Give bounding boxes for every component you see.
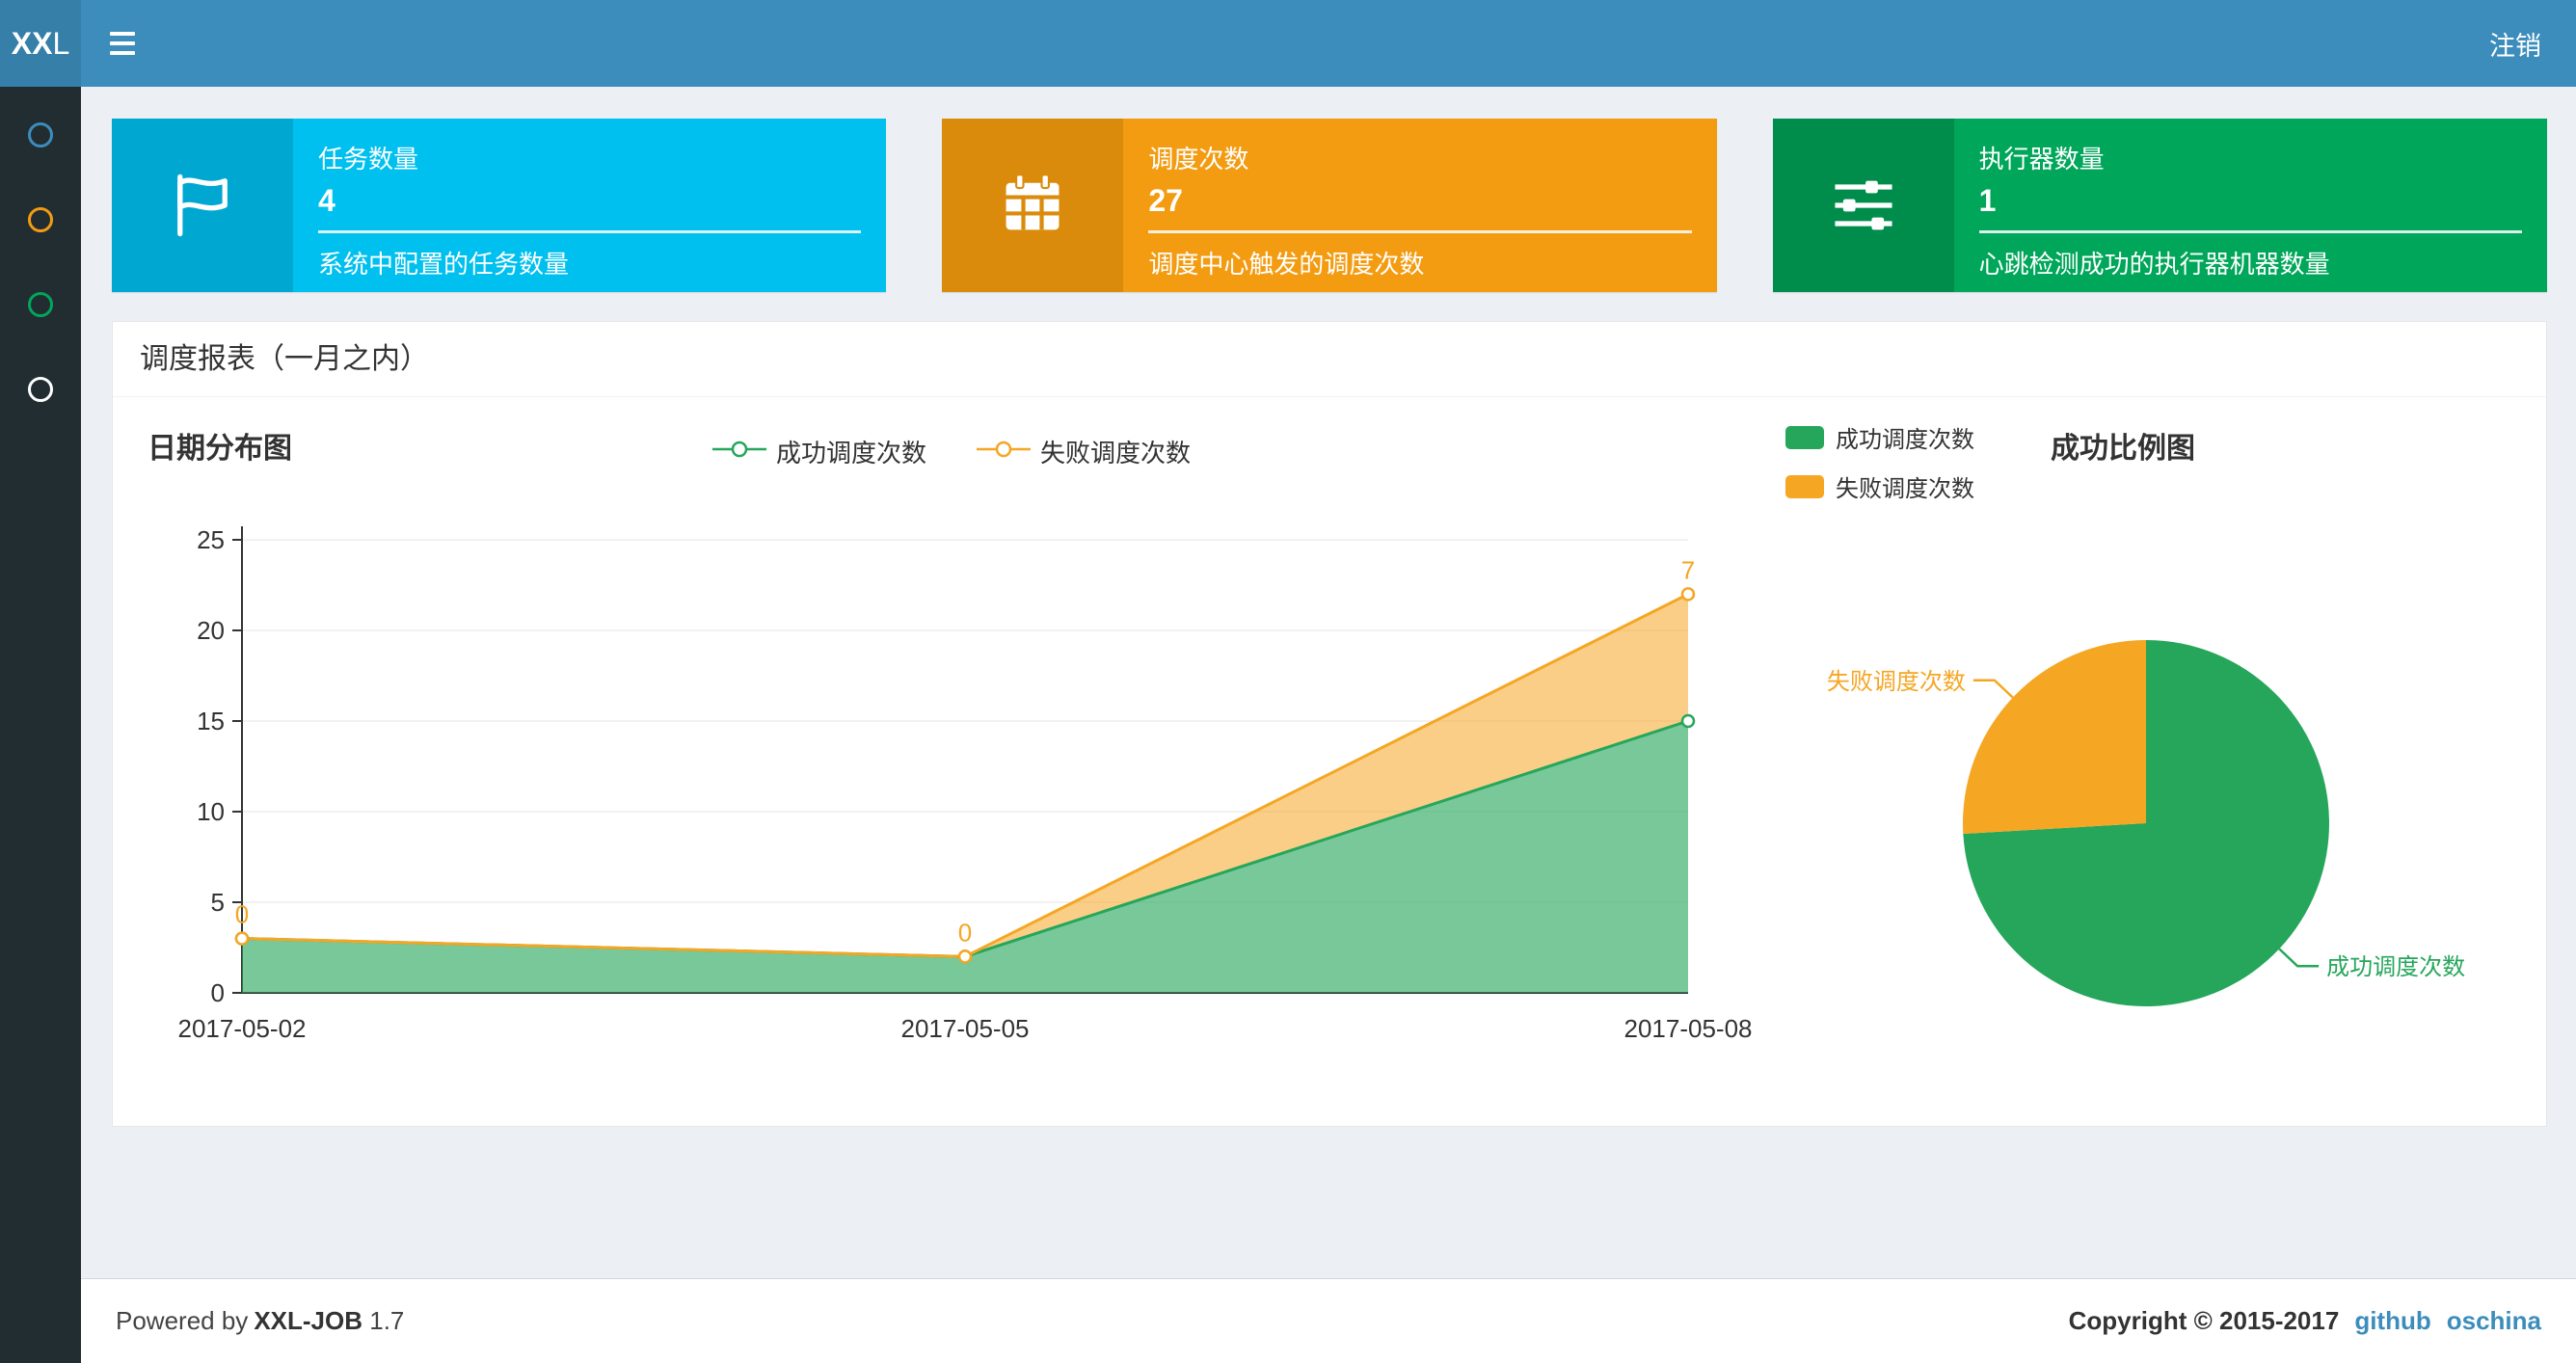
divider (1978, 230, 2522, 233)
svg-text:5: 5 (211, 888, 225, 917)
svg-text:失败调度次数: 失败调度次数 (1827, 669, 1966, 695)
line-marker-icon (977, 437, 1031, 467)
main-content: 运行报表任务调度中心 任务数量 4 系统中配置的任务数量 (81, 0, 2576, 1127)
line-chart-legend: 成功调度次数 失败调度次数 (113, 434, 1790, 469)
svg-text:15: 15 (197, 707, 225, 735)
legend-label: 成功调度次数 (775, 439, 926, 468)
pie-chart-title: 成功比例图 (2051, 433, 2195, 465)
sidebar-item-help[interactable] (0, 347, 81, 432)
info-box-triggers: 调度次数 27 调度中心触发的调度次数 (942, 119, 1717, 292)
date-distribution-plot: 05101520252017-05-02 2017-05-05 2017-05-08… (178, 525, 1753, 1043)
info-box-value: 27 (1148, 183, 1183, 218)
svg-text:0: 0 (958, 918, 972, 947)
success-ratio-plot: 成功调度次数 失败调度次数 (1827, 640, 2465, 1006)
flag-icon (112, 119, 293, 292)
powered-by: Powered by XXL-JOB 1.7 (116, 1306, 410, 1336)
sidebar-item-dashboard[interactable] (0, 93, 81, 177)
svg-text:20: 20 (197, 616, 225, 645)
circle-icon (28, 292, 53, 317)
circle-icon (28, 207, 53, 232)
logo-text-bold: XX (11, 25, 53, 61)
svg-text:10: 10 (197, 797, 225, 826)
line-marker-icon (711, 437, 766, 467)
logo-text-rest: L (52, 25, 70, 61)
svg-text:0: 0 (211, 978, 225, 1007)
panel-body: 日期分布图 成功调度次数 失败调度次数 0 5 10 15 20 25 2017-05-02… (113, 397, 2546, 1126)
sliders-icon (1772, 119, 1954, 292)
legend-item-fail[interactable]: 失败调度次数 (977, 434, 1191, 469)
sidebar-toggle-icon[interactable] (81, 0, 164, 87)
legend-swatch (1785, 425, 1824, 449)
info-box-value: 4 (318, 183, 335, 218)
powered-by-prefix: Powered by (116, 1306, 249, 1335)
github-link[interactable]: github (2354, 1306, 2430, 1336)
svg-text:7: 7 (1681, 555, 1695, 584)
sidebar-item-jobs[interactable] (0, 177, 81, 262)
svg-text:2017-05-02: 2017-05-02 (178, 1014, 307, 1043)
info-box-content: 任务数量 4 系统中配置的任务数量 (293, 119, 886, 292)
svg-text:25: 25 (197, 525, 225, 554)
top-navbar: XX L 注销 (0, 0, 2576, 87)
report-panel: 调度报表（一月之内） 日期分布图 成功调度次数 失败调度次数 0 5 10 15 20 2… (112, 321, 2547, 1127)
legend-swatch (1785, 474, 1824, 498)
panel-title: 调度报表（一月之内） (113, 322, 2546, 397)
divider (318, 230, 862, 233)
info-box-title: 调度次数 (1148, 145, 1249, 174)
info-box-value: 1 (1978, 183, 1997, 218)
logout-button[interactable]: 注销 (2455, 0, 2576, 87)
info-box-description: 系统中配置的任务数量 (318, 250, 570, 279)
info-box-title: 执行器数量 (1978, 145, 2105, 174)
product-name: XXL-JOB (254, 1306, 362, 1335)
summary-boxes: 任务数量 4 系统中配置的任务数量 调度次数 27 调度中心触发的调度次数 执行… (112, 119, 2547, 292)
app-logo[interactable]: XX L (0, 0, 81, 87)
svg-text:2017-05-05: 2017-05-05 (901, 1014, 1030, 1043)
circle-icon (28, 122, 53, 147)
calendar-icon (942, 119, 1124, 292)
copyright-text: Copyright © 2015-2017 (2068, 1306, 2340, 1335)
svg-text:2017-05-08: 2017-05-08 (1624, 1014, 1753, 1043)
footer: Powered by XXL-JOB 1.7 Copyright © 2015-2… (81, 1278, 2576, 1363)
info-box-description: 心跳检测成功的执行器机器数量 (1978, 250, 2330, 279)
divider (1148, 230, 1692, 233)
info-box-title: 任务数量 (318, 145, 419, 174)
sidebar-item-log[interactable] (0, 262, 81, 347)
sidebar (0, 87, 81, 1363)
circle-icon (28, 377, 53, 402)
info-box-content: 调度次数 27 调度中心触发的调度次数 (1123, 119, 1716, 292)
legend-label: 成功调度次数 (1836, 427, 1974, 453)
product-version: 1.7 (369, 1306, 405, 1335)
svg-text:0: 0 (235, 900, 249, 929)
footer-links: Copyright © 2015-2017 github oschina (2069, 1306, 2541, 1336)
info-box-executors: 执行器数量 1 心跳检测成功的执行器机器数量 (1772, 119, 2547, 292)
info-box-description: 调度中心触发的调度次数 (1148, 250, 1425, 279)
info-box-content: 执行器数量 1 心跳检测成功的执行器机器数量 (1954, 119, 2547, 292)
legend-label: 失败调度次数 (1040, 439, 1192, 468)
pie-legend-item-success[interactable]: 成功调度次数 (1785, 420, 1974, 454)
info-box-jobs: 任务数量 4 系统中配置的任务数量 (112, 119, 887, 292)
legend-item-success[interactable]: 成功调度次数 (711, 434, 926, 469)
svg-text:成功调度次数: 成功调度次数 (2326, 954, 2465, 980)
oschina-link[interactable]: oschina (2447, 1306, 2541, 1336)
